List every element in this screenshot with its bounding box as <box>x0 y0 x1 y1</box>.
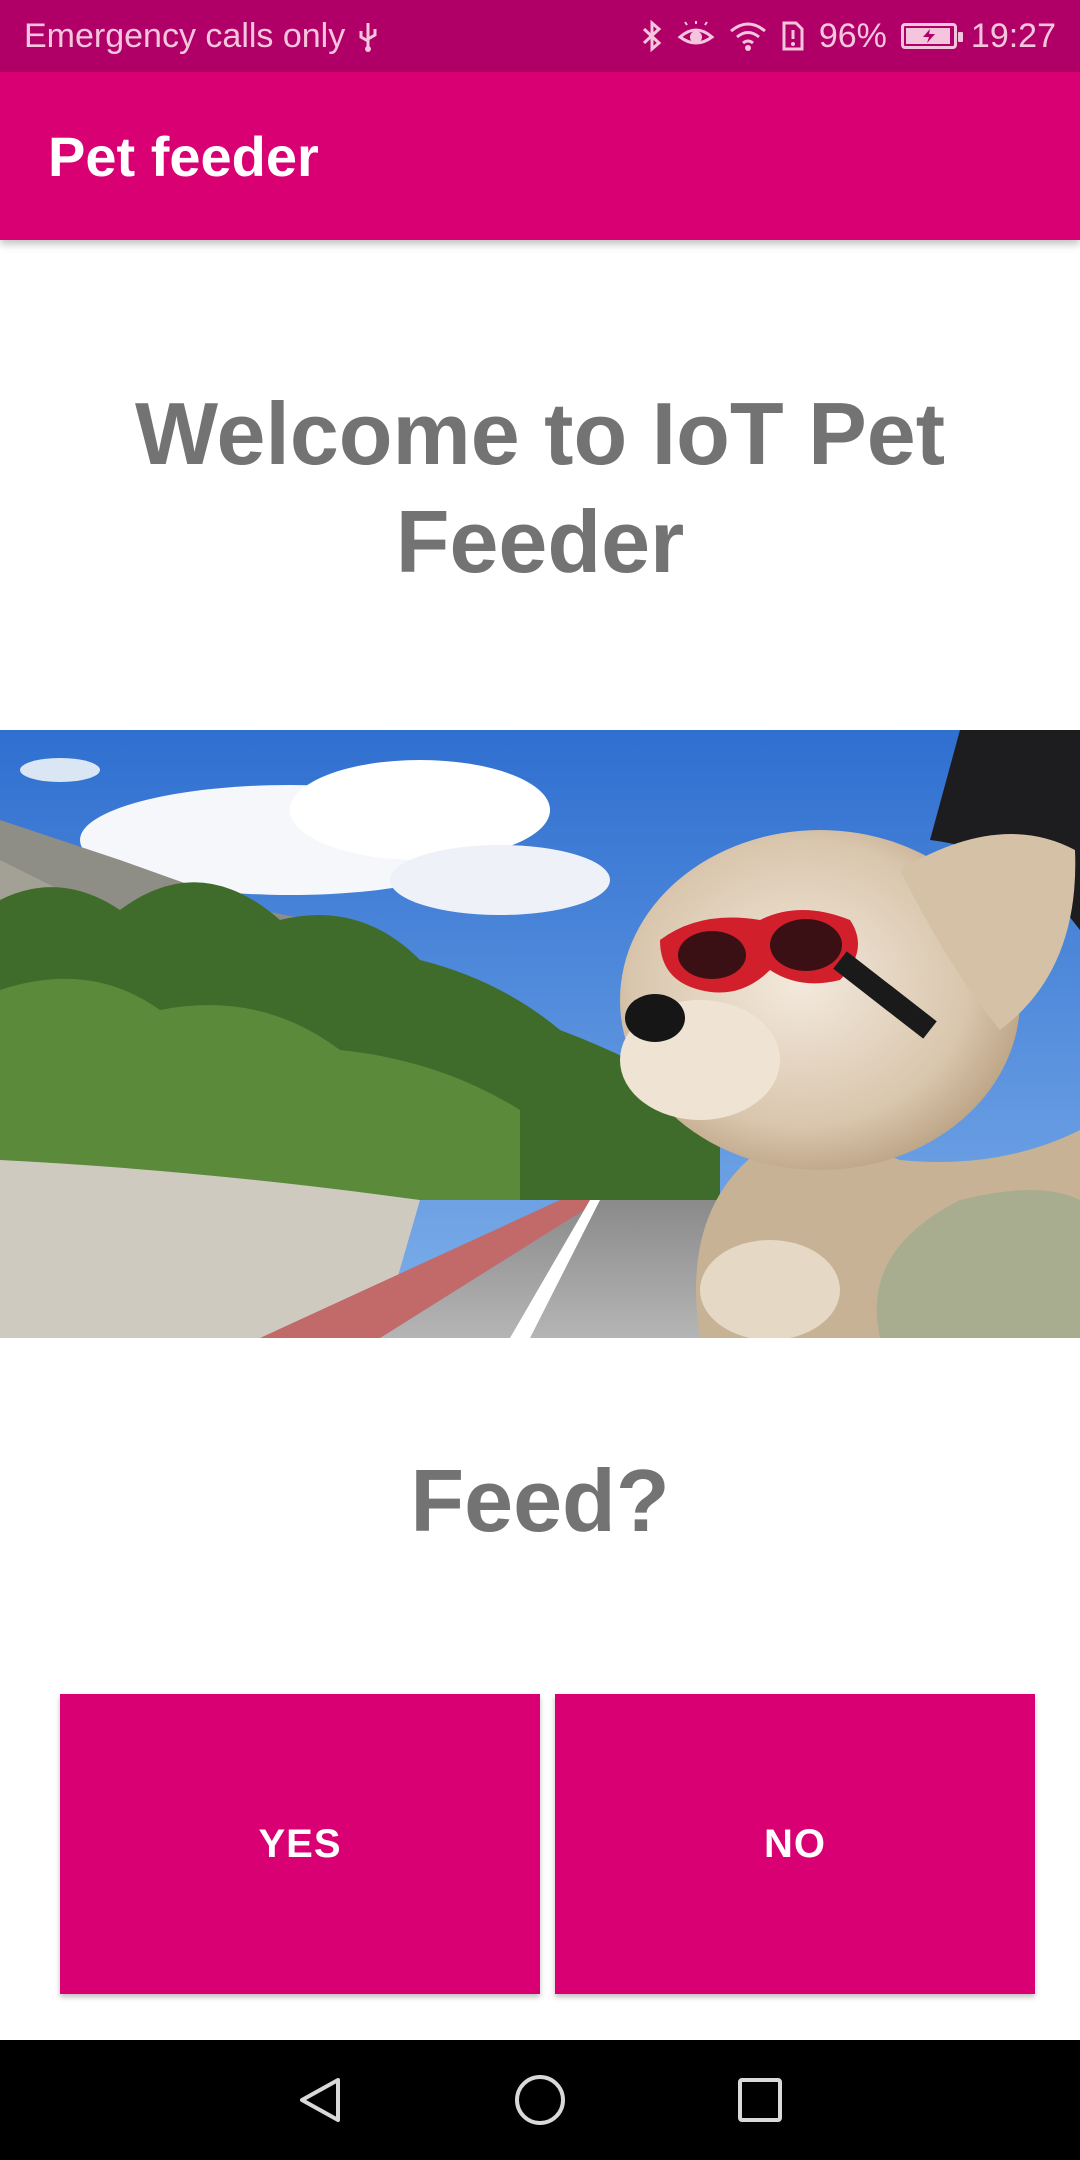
welcome-heading: Welcome to IoT Pet Feeder <box>134 384 946 591</box>
usb-icon <box>357 19 379 53</box>
status-right: 96% 19:27 <box>641 17 1056 56</box>
feed-question: Feed? <box>410 1451 670 1550</box>
dog-photo-illustration <box>0 730 1080 1338</box>
yes-button[interactable]: YES <box>60 1694 540 1994</box>
no-button[interactable]: NO <box>555 1694 1035 1994</box>
eye-comfort-icon <box>677 21 715 51</box>
wifi-icon <box>729 21 767 51</box>
status-bar: Emergency calls only 96% 19:27 <box>0 0 1080 72</box>
battery-charging-icon <box>900 23 963 49</box>
carrier-text: Emergency calls only <box>24 16 346 55</box>
sim-icon <box>781 20 805 52</box>
app-title: Pet feeder <box>48 124 319 188</box>
home-icon[interactable] <box>510 2070 570 2130</box>
clock: 19:27 <box>970 16 1056 55</box>
battery-percent: 96% <box>818 16 887 55</box>
screen: Emergency calls only 96% 19:27 Pet feede… <box>0 0 1080 2160</box>
back-icon[interactable] <box>290 2070 350 2130</box>
navigation-bar <box>0 2040 1080 2160</box>
bluetooth-icon <box>641 19 663 53</box>
app-bar: Pet feeder <box>0 72 1080 240</box>
status-left: Emergency calls only <box>24 17 379 56</box>
hero-image <box>0 730 1080 1338</box>
recents-icon[interactable] <box>730 2070 790 2130</box>
